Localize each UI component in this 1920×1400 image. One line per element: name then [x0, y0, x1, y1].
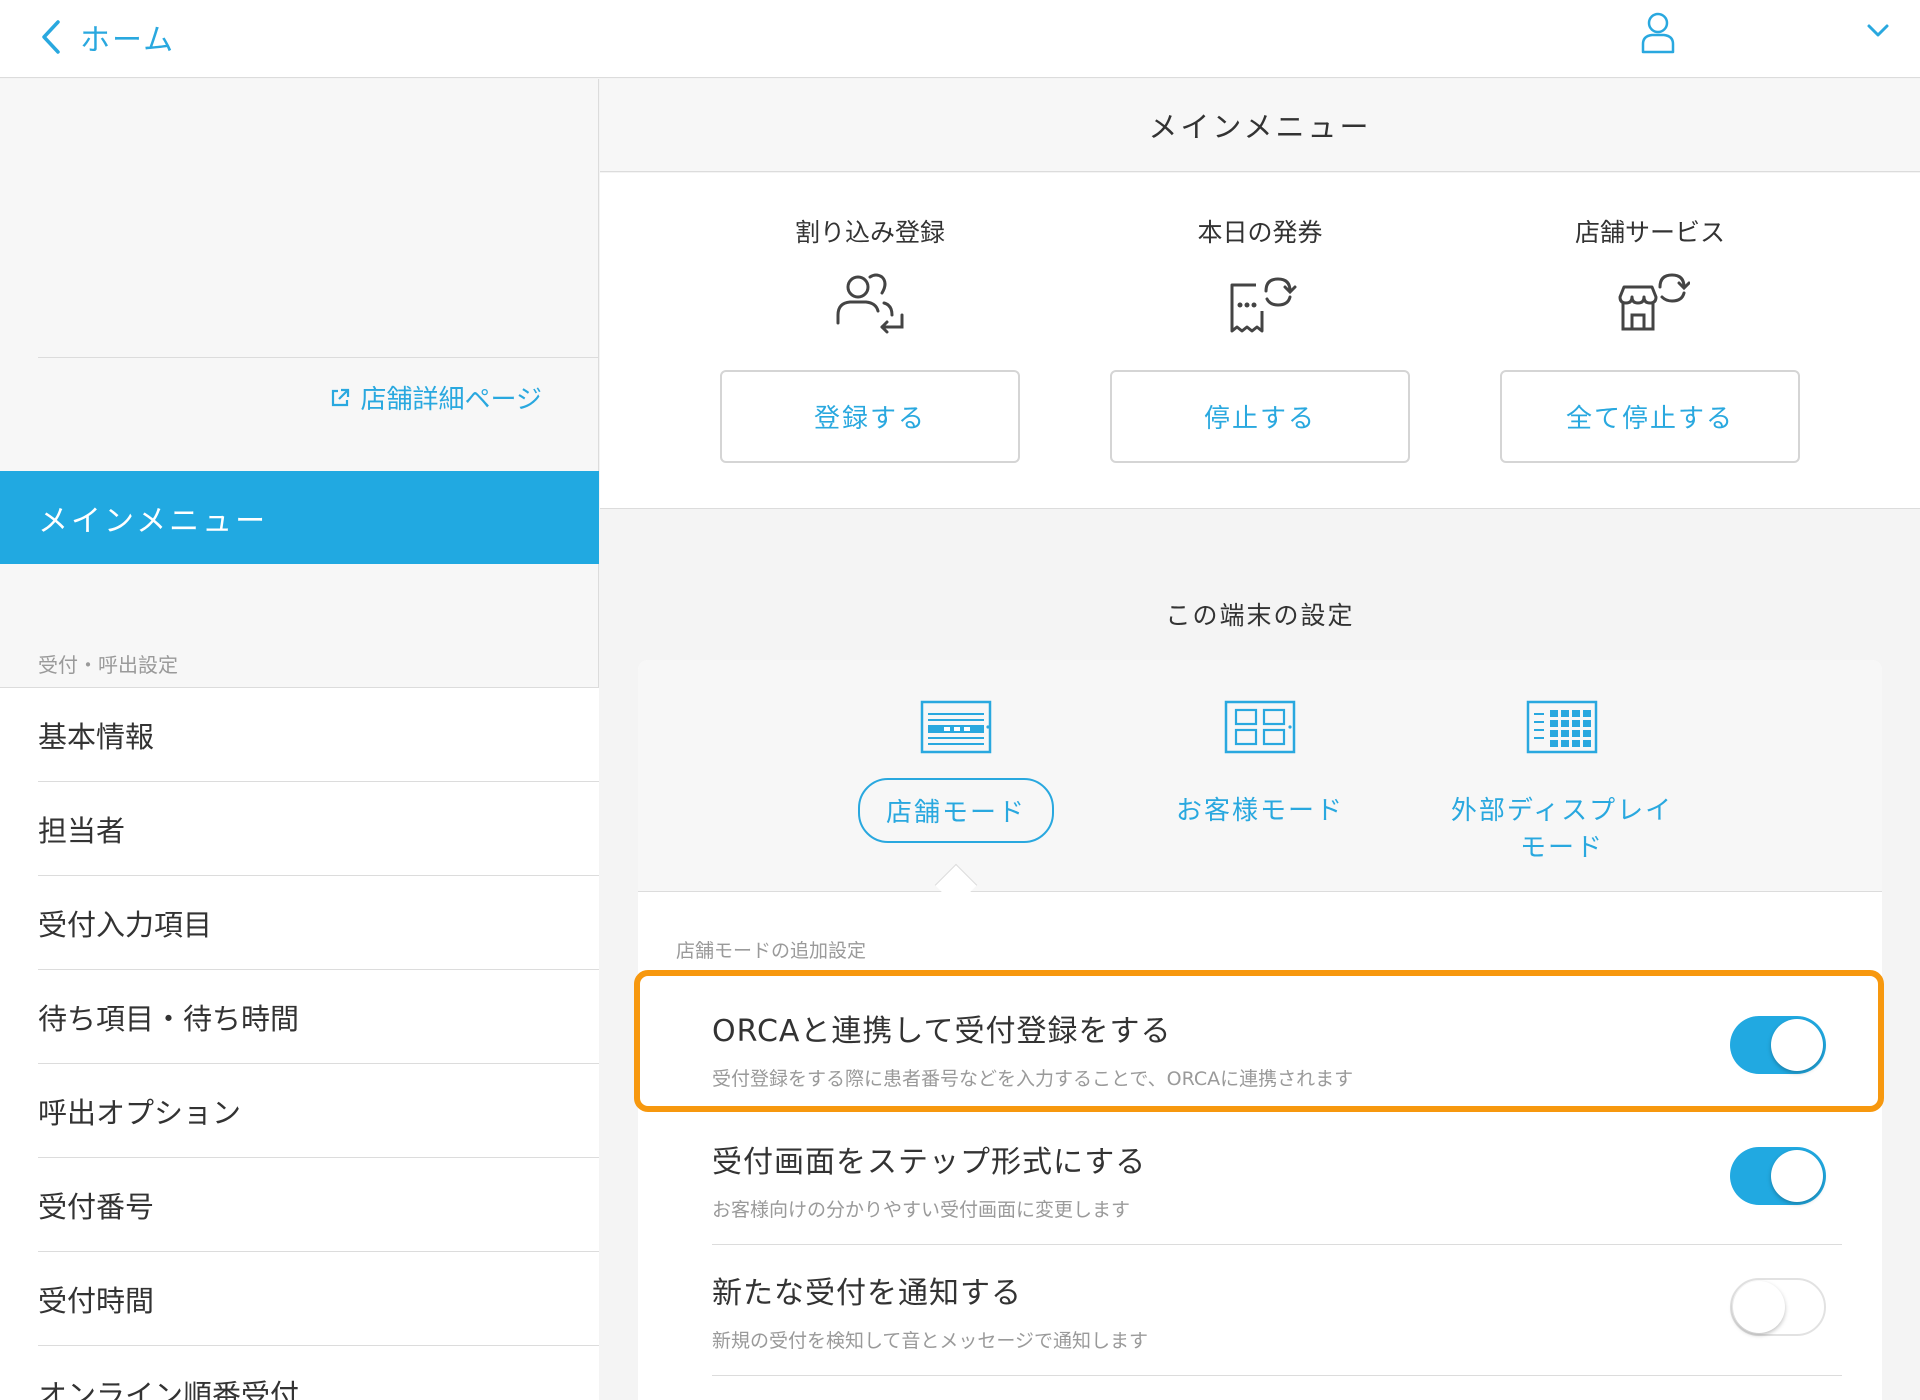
back-button[interactable]: ホーム	[40, 12, 175, 62]
customer-mode-option[interactable]: お客様モード	[1110, 700, 1410, 839]
chevron-left-icon	[42, 20, 60, 54]
sidebar-item-input-fields[interactable]: 受付入力項目	[38, 876, 599, 970]
stop-all-button[interactable]: 全て停止する	[1500, 370, 1800, 463]
sidebar-item-reception-hours[interactable]: 受付時間	[38, 1252, 599, 1346]
external-display-mode-label: 外部ディスプレイモード	[1450, 796, 1674, 863]
sidebar-item-basic-info[interactable]: 基本情報	[38, 688, 599, 782]
stop-button[interactable]: 停止する	[1110, 370, 1410, 463]
sidebar-divider	[38, 357, 599, 358]
top-bar: ホーム	[0, 0, 1920, 78]
people-swap-icon	[836, 273, 904, 334]
register-button[interactable]: 登録する	[720, 370, 1020, 463]
setting-title: ORCAと連携して受付登録をする	[712, 1014, 1172, 1049]
sidebar-item-main-menu[interactable]: メインメニュー	[0, 471, 599, 564]
setting-orca-link: ORCAと連携して受付登録をする 受付登録をする際に患者番号などを入力することで…	[712, 984, 1842, 1114]
mode-selector: 店舗モード お客様モード 外部ディスプレイモード	[638, 660, 1882, 892]
toggle-knob	[1771, 1150, 1823, 1202]
store-mode-option[interactable]: 店舗モード	[806, 700, 1106, 843]
quick-actions-panel: 割り込み登録 登録する 本日の発券 停止する 店舗サービス 全て停止する	[600, 173, 1920, 509]
store-mode-label: 店舗モード	[857, 778, 1054, 843]
setting-step-format: 受付画面をステップ形式にする お客様向けの分かりやすい受付画面に変更します	[712, 1115, 1842, 1245]
sidebar-item-online-queue[interactable]: オンライン順番受付	[38, 1346, 599, 1400]
chevron-down-icon[interactable]	[1866, 18, 1890, 42]
setting-title: 新たな受付を通知する	[712, 1276, 1022, 1311]
store-detail-link[interactable]: 店舗詳細ページ	[329, 379, 542, 416]
quick-action-label: 割り込み登録	[794, 218, 945, 247]
sidebar-item-call-options[interactable]: 呼出オプション	[38, 1064, 599, 1158]
step-format-toggle[interactable]	[1730, 1147, 1826, 1205]
device-settings-panel: 店舗モード お客様モード 外部ディスプレイモード 店舗モードの追加設定 ORCA…	[638, 660, 1882, 1400]
user-icon[interactable]	[1640, 12, 1676, 54]
back-label: ホーム	[80, 23, 176, 58]
ticket-refresh-icon	[1230, 277, 1297, 333]
external-link-icon	[331, 388, 349, 406]
store-refresh-icon	[1618, 273, 1690, 331]
sidebar-item-wait-items[interactable]: 待ち項目・待ち時間	[38, 970, 599, 1064]
sidebar-item-staff[interactable]: 担当者	[38, 782, 599, 876]
sidebar-section-label: 受付・呼出設定	[38, 653, 178, 677]
external-display-mode-option[interactable]: 外部ディスプレイモード	[1412, 700, 1712, 876]
setting-description: 新規の受付を検知して音とメッセージで通知します	[712, 1330, 1149, 1352]
quick-action-label: 店舗サービス	[1574, 218, 1725, 247]
quick-action-label: 本日の発券	[1197, 218, 1323, 247]
store-detail-link-label: 店舗詳細ページ	[360, 385, 542, 415]
new-reception-notify-toggle[interactable]	[1730, 1278, 1826, 1336]
toggle-knob	[1733, 1281, 1785, 1333]
customer-mode-icon	[1224, 700, 1296, 754]
setting-new-reception-notify: 新たな受付を通知する 新規の受付を検知して音とメッセージで通知します	[712, 1246, 1842, 1376]
sidebar-list: 基本情報 担当者 受付入力項目 待ち項目・待ち時間 呼出オプション 受付番号 受…	[0, 687, 599, 1400]
setting-description: お客様向けの分かりやすい受付画面に変更します	[712, 1199, 1131, 1221]
setting-title: 受付画面をステップ形式にする	[712, 1145, 1147, 1180]
sidebar-item-reception-number[interactable]: 受付番号	[38, 1158, 599, 1252]
device-settings-title: この端末の設定	[1165, 601, 1355, 630]
external-display-mode-icon	[1526, 700, 1598, 754]
additional-settings-label: 店舗モードの追加設定	[676, 940, 867, 962]
orca-link-toggle[interactable]	[1730, 1016, 1826, 1074]
toggle-knob	[1771, 1019, 1823, 1071]
customer-mode-label: お客様モード	[1175, 796, 1344, 826]
sidebar: 店舗詳細ページ メインメニュー 受付・呼出設定 基本情報 担当者 受付入力項目 …	[0, 79, 599, 1400]
page-title: メインメニュー	[600, 79, 1920, 172]
setting-description: 受付登録をする際に患者番号などを入力することで、ORCAに連携されます	[712, 1068, 1354, 1090]
store-mode-icon	[920, 700, 992, 754]
